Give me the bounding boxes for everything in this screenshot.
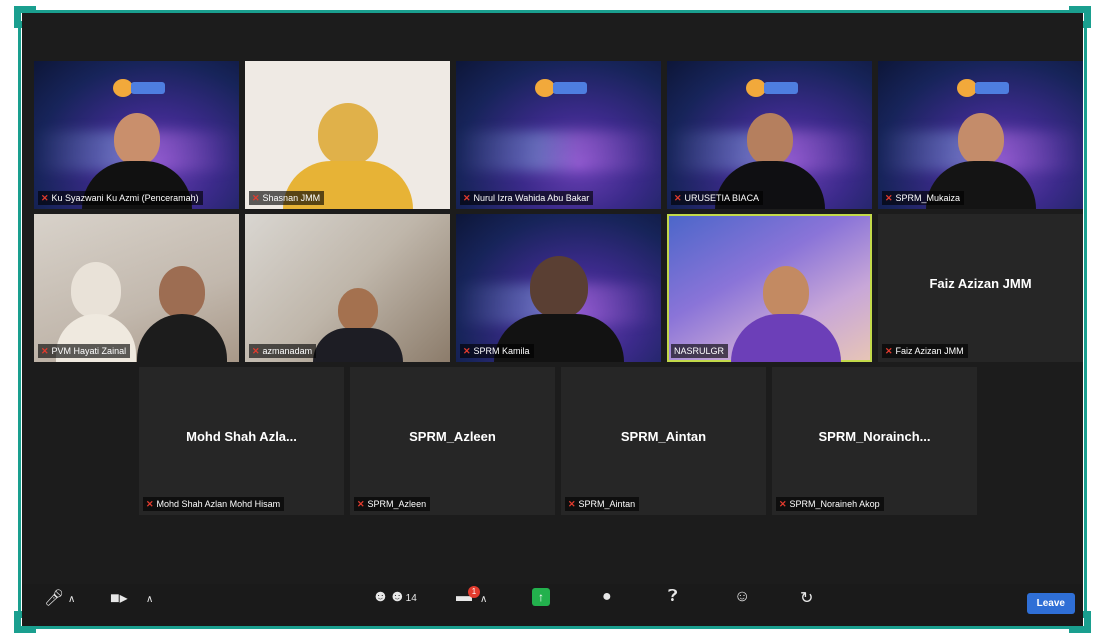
chat-button[interactable]: ▬ 1 — [456, 586, 480, 606]
mic-muted-icon: ✕ — [885, 193, 893, 203]
frame-bottom — [22, 626, 1083, 629]
participant-video — [312, 288, 403, 362]
participant-nameplate: ✕ SPRM Kamila — [460, 344, 534, 358]
apps-button[interactable]: ↻ — [800, 588, 813, 608]
video-tile[interactable]: ✕ PVM Hayati Zainal — [34, 214, 239, 362]
participant-video — [730, 266, 841, 362]
participant-name: azmanadam — [262, 346, 313, 356]
participant-name: SPRM Kamila — [473, 346, 530, 356]
chevron-up-icon: ∧ — [480, 594, 488, 605]
video-camera-icon: ■▸ — [110, 590, 128, 607]
video-tile[interactable]: SPRM_Azleen ✕ SPRM_Azleen — [350, 367, 555, 515]
leave-button[interactable]: Leave — [1026, 593, 1075, 614]
video-tile[interactable]: ✕ URUSETIA BIACA — [667, 61, 872, 209]
mic-muted-icon: ✕ — [41, 346, 49, 356]
share-screen-icon: ↑ — [532, 588, 550, 606]
frame-right — [1084, 22, 1087, 617]
participant-name: NASRULGR — [674, 346, 725, 356]
chat-unread-badge: 1 — [468, 586, 480, 598]
share-screen-button[interactable]: ↑ — [532, 588, 550, 606]
record-icon: ● — [602, 588, 612, 605]
event-logo-icon — [745, 79, 798, 97]
mic-muted-icon: ✕ — [146, 499, 154, 509]
video-tile[interactable]: ✕ SPRM Kamila — [456, 214, 661, 362]
video-options-caret[interactable]: ∧ — [146, 594, 153, 605]
participant-nameplate: ✕ Ku Syazwani Ku Azmi (Penceramah) — [38, 191, 203, 205]
participants-button[interactable]: ☻☻14 — [372, 588, 417, 606]
video-tile-active-speaker[interactable]: NASRULGR — [667, 214, 872, 362]
chat-options-caret[interactable]: ∧ — [480, 594, 487, 605]
video-tile[interactable]: ✕ SPRM_Mukaiza — [878, 61, 1083, 209]
microphone-icon: 🎤︎ — [44, 590, 65, 607]
participants-icon: ☻☻ — [372, 588, 406, 605]
participant-name: SPRM_Azleen — [367, 499, 427, 509]
mic-muted-icon: ✕ — [885, 346, 893, 356]
chevron-up-icon: ∧ — [68, 594, 76, 605]
video-tile[interactable]: SPRM_Aintan ✕ SPRM_Aintan — [561, 367, 766, 515]
participant-name: SPRM_Noraineh Akop — [789, 499, 880, 509]
participant-nameplate: ✕ azmanadam — [249, 344, 317, 358]
chevron-up-icon: ∧ — [146, 594, 154, 605]
meeting-toolbar: 🎤︎ ∧ ■▸ ∧ ☻☻14 ▬ 1 ∧ ↑ ● ❓︎ ☺ ↻ Leave — [22, 584, 1083, 626]
mic-muted-icon: ✕ — [41, 193, 49, 203]
record-button[interactable]: ● — [602, 588, 612, 606]
participant-name: Ku Syazwani Ku Azmi (Penceramah) — [51, 193, 199, 203]
video-button[interactable]: ■▸ — [110, 588, 128, 608]
participant-name: Faiz Azizan JMM — [895, 346, 964, 356]
participant-nameplate: ✕ Mohd Shah Azlan Mohd Hisam — [143, 497, 285, 511]
participant-name: Shasnan JMM — [262, 193, 321, 203]
participants-count: 14 — [405, 593, 417, 604]
event-logo-icon — [956, 79, 1009, 97]
participant-display-name: Faiz Azizan JMM — [929, 276, 1032, 291]
participant-nameplate: ✕ Faiz Azizan JMM — [882, 344, 968, 358]
audio-options-caret[interactable]: ∧ — [68, 594, 75, 605]
participant-nameplate: ✕ Nurul Izra Wahida Abu Bakar — [460, 191, 594, 205]
participant-nameplate: ✕ SPRM_Aintan — [565, 497, 640, 511]
video-tile[interactable]: ✕ Shasnan JMM — [245, 61, 450, 209]
event-logo-icon — [534, 79, 587, 97]
mic-muted-icon: ✕ — [252, 346, 260, 356]
video-tile[interactable]: ✕ Ku Syazwani Ku Azmi (Penceramah) — [34, 61, 239, 209]
mic-muted-icon: ✕ — [252, 193, 260, 203]
mic-muted-icon: ✕ — [568, 499, 576, 509]
mic-muted-icon: ✕ — [674, 193, 682, 203]
participant-name: URUSETIA BIACA — [684, 193, 760, 203]
event-logo-icon — [112, 79, 165, 97]
participant-nameplate: ✕ URUSETIA BIACA — [671, 191, 764, 205]
participant-name: SPRM_Mukaiza — [895, 193, 961, 203]
participant-display-name: Mohd Shah Azla... — [186, 429, 297, 444]
video-tile[interactable]: Faiz Azizan JMM ✕ Faiz Azizan JMM — [878, 214, 1083, 362]
participant-name: SPRM_Aintan — [578, 499, 636, 509]
participant-nameplate: ✕ SPRM_Noraineh Akop — [776, 497, 884, 511]
video-tile[interactable]: ✕ Nurul Izra Wahida Abu Bakar — [456, 61, 661, 209]
apps-icon: ↻ — [800, 590, 814, 607]
participant-display-name: SPRM_Azleen — [409, 429, 496, 444]
reactions-icon: ☺ — [734, 588, 751, 605]
participant-video — [136, 266, 227, 362]
mic-muted-icon: ✕ — [463, 346, 471, 356]
meeting-window: ✕ Ku Syazwani Ku Azmi (Penceramah) ✕ Shasn… — [22, 13, 1083, 626]
participant-display-name: SPRM_Aintan — [620, 429, 707, 444]
frame-left — [18, 22, 21, 617]
participant-nameplate: ✕ Shasnan JMM — [249, 191, 325, 205]
mic-muted-icon: ✕ — [357, 499, 365, 509]
participant-nameplate: ✕ SPRM_Mukaiza — [882, 191, 965, 205]
reactions-button[interactable]: ☺ — [734, 588, 750, 606]
participant-name: PVM Hayati Zainal — [51, 346, 127, 356]
participant-name: Nurul Izra Wahida Abu Bakar — [473, 193, 590, 203]
mute-button[interactable]: 🎤︎ — [44, 588, 64, 608]
participant-nameplate: ✕ SPRM_Azleen — [354, 497, 431, 511]
video-tile[interactable]: Mohd Shah Azla... ✕ Mohd Shah Azlan Mohd … — [139, 367, 344, 515]
video-tile[interactable]: ✕ azmanadam — [245, 214, 450, 362]
help-button[interactable]: ❓︎ — [668, 588, 678, 606]
participant-nameplate: NASRULGR — [671, 344, 729, 358]
mic-muted-icon: ✕ — [779, 499, 787, 509]
mic-muted-icon: ✕ — [463, 193, 471, 203]
video-tile[interactable]: SPRM_Norainch... ✕ SPRM_Noraineh Akop — [772, 367, 977, 515]
participant-nameplate: ✕ PVM Hayati Zainal — [38, 344, 131, 358]
participant-name: Mohd Shah Azlan Mohd Hisam — [156, 499, 281, 509]
help-icon: ❓︎ — [668, 588, 678, 605]
participant-display-name: SPRM_Norainch... — [818, 429, 931, 444]
